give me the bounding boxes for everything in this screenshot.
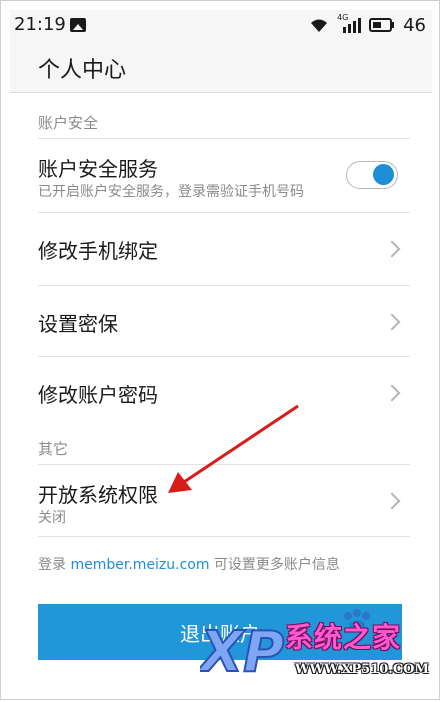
signal-icon: 4G [337,13,362,34]
watermark-cn-text: 系统之家 [285,621,402,654]
battery-level: 46 [403,14,426,36]
status-bar: 21:19 4G 46 [10,10,432,40]
row-system-permissions[interactable]: 开放系统权限 关闭 [10,465,432,537]
image-icon [70,18,86,32]
battery-icon [369,18,395,32]
toggle-knob [373,164,394,185]
row-title: 修改账户密码 [38,383,158,407]
footer-suffix: 可设置更多账户信息 [209,557,340,573]
row-change-password[interactable]: 修改账户密码 [10,357,432,427]
row-security-service[interactable]: 账户安全服务 已开启账户安全服务，登录需验证手机号码 [10,139,432,211]
row-subtitle: 已开启账户安全服务，登录需验证手机号码 [38,184,304,200]
page-header: 个人中心 [10,40,432,93]
row-title: 修改手机绑定 [38,239,158,263]
section-label-other: 其它 [38,440,69,458]
security-service-toggle[interactable] [346,161,398,189]
svg-text:XP: XP [200,620,284,685]
watermark-url: WWW.XP510.COM [295,662,429,677]
footer-note: 登录 member.meizu.com 可设置更多账户信息 [38,554,340,574]
chevron-right-icon [383,384,401,402]
divider [38,536,410,537]
row-security-question[interactable]: 设置密保 [10,286,432,358]
settings-list: 账户安全 账户安全服务 已开启账户安全服务，登录需验证手机号码 修改手机绑定 设… [10,92,432,660]
row-title: 设置密保 [38,312,118,336]
watermark-logo: XP 系统之家 WWW.XP510.COM [190,608,429,688]
section-label-security: 账户安全 [38,114,99,132]
chevron-right-icon [383,240,401,258]
xp-logo-icon: XP [200,619,285,686]
page-title: 个人中心 [38,58,127,83]
row-title: 账户安全服务 [38,157,158,181]
wifi-icon [311,19,328,32]
row-subtitle: 关闭 [38,510,66,526]
chevron-right-icon [383,492,401,510]
row-title: 开放系统权限 [38,483,158,507]
member-site-link[interactable]: member.meizu.com [70,557,209,573]
row-change-phone[interactable]: 修改手机绑定 [10,213,432,285]
footer-prefix: 登录 [38,557,71,573]
chevron-right-icon [383,313,401,331]
status-time: 21:19 [14,14,66,35]
